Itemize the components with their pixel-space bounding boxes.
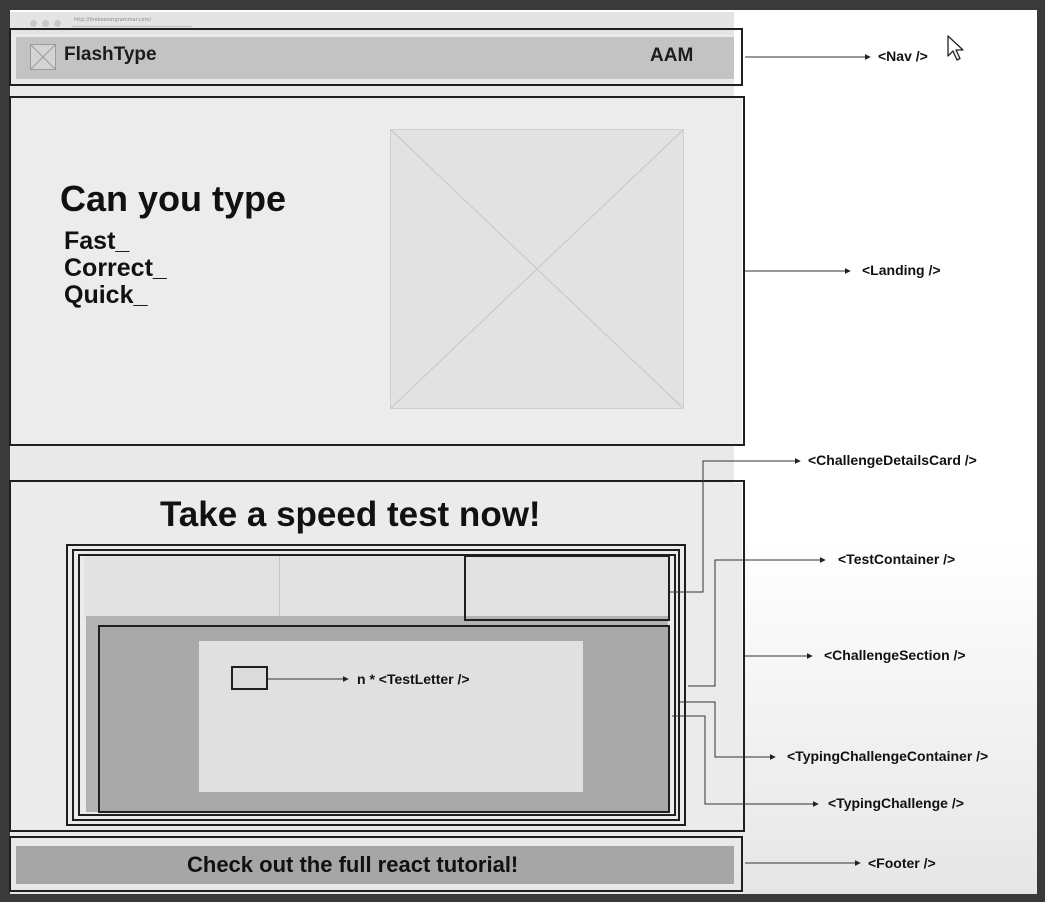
label-challenge-details-card: <ChallengeDetailsCard /> [808,452,977,468]
label-typing-challenge: <TypingChallenge /> [828,795,964,811]
connector-arrows [268,54,871,866]
label-challenge-section: <ChallengeSection /> [824,647,966,663]
challenge-details-card-arrow [670,458,801,593]
label-landing: <Landing /> [862,262,941,278]
video-frame-bottom [0,894,1045,902]
mouse-cursor-icon [947,35,964,61]
label-typing-challenge-container: <TypingChallengeContainer /> [787,748,989,764]
label-footer: <Footer /> [868,855,936,871]
label-nav: <Nav /> [878,48,928,64]
label-test-container: <TestContainer /> [838,551,956,567]
typing-challenge-container-arrow [680,701,776,760]
test-container-arrow [688,557,826,687]
